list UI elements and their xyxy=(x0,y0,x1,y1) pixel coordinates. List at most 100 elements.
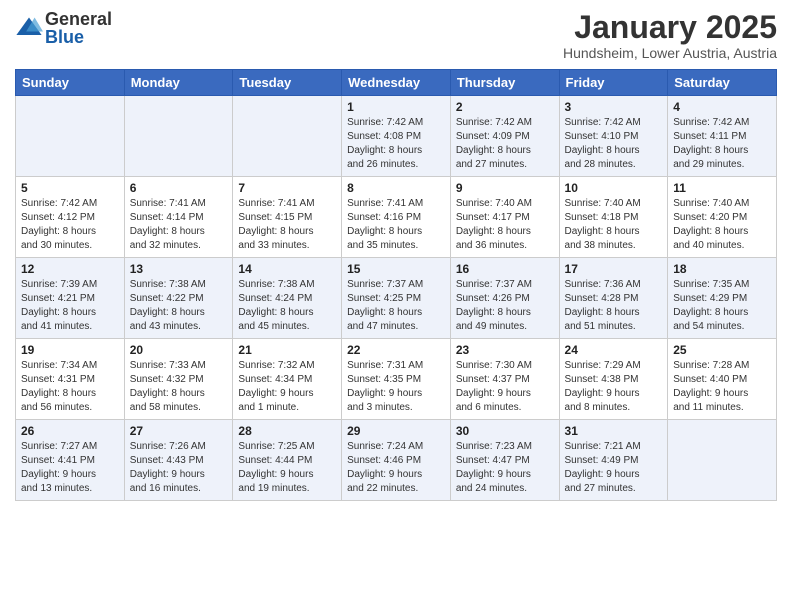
col-monday: Monday xyxy=(124,70,233,96)
table-row xyxy=(124,96,233,177)
day-info: Sunrise: 7:40 AM Sunset: 4:20 PM Dayligh… xyxy=(673,197,771,253)
table-row: 4Sunrise: 7:42 AM Sunset: 4:11 PM Daylig… xyxy=(668,96,777,177)
day-number: 15 xyxy=(347,262,445,276)
calendar-title: January 2025 xyxy=(563,10,777,45)
day-number: 5 xyxy=(21,181,119,195)
day-number: 10 xyxy=(565,181,663,195)
day-info: Sunrise: 7:26 AM Sunset: 4:43 PM Dayligh… xyxy=(130,440,228,496)
day-number: 30 xyxy=(456,424,554,438)
table-row: 30 Sunrise: 7:23 AM Sunset: 4:47 PM Dayli… xyxy=(450,420,559,501)
table-row: 2 Sunrise: 7:42 AM Sunset: 4:09 PM Daylig… xyxy=(450,96,559,177)
table-row: 20 Sunrise: 7:33 AM Sunset: 4:32 PM Dayli… xyxy=(124,339,233,420)
day-number: 14 xyxy=(238,262,336,276)
table-row xyxy=(16,96,125,177)
col-tuesday: Tuesday xyxy=(233,70,342,96)
calendar-week-row: 1Sunrise: 7:42 AM Sunset: 4:08 PM Daylig… xyxy=(16,96,777,177)
day-info: Sunrise: 7:37 AM Sunset: 4:25 PM Dayligh… xyxy=(347,278,445,334)
table-row: 7Sunrise: 7:41 AM Sunset: 4:15 PM Daylig… xyxy=(233,177,342,258)
table-row: 17Sunrise: 7:36 AM Sunset: 4:28 PM Dayli… xyxy=(559,258,668,339)
table-row: 27 Sunrise: 7:26 AM Sunset: 4:43 PM Dayli… xyxy=(124,420,233,501)
day-number: 16 xyxy=(456,262,554,276)
day-number: 13 xyxy=(130,262,228,276)
table-row: 12 Sunrise: 7:39 AM Sunset: 4:21 PM Dayli… xyxy=(16,258,125,339)
day-number: 25 xyxy=(673,343,771,357)
day-info: Sunrise: 7:21 AM Sunset: 4:49 PM Dayligh… xyxy=(565,440,663,496)
calendar-week-row: 5 Sunrise: 7:42 AM Sunset: 4:12 PM Daylig… xyxy=(16,177,777,258)
table-row: 13Sunrise: 7:38 AM Sunset: 4:22 PM Dayli… xyxy=(124,258,233,339)
day-info: Sunrise: 7:33 AM Sunset: 4:32 PM Dayligh… xyxy=(130,359,228,415)
logo: General Blue xyxy=(15,10,112,46)
col-sunday: Sunday xyxy=(16,70,125,96)
table-row: 25 Sunrise: 7:28 AM Sunset: 4:40 PM Dayli… xyxy=(668,339,777,420)
table-row: 11 Sunrise: 7:40 AM Sunset: 4:20 PM Dayli… xyxy=(668,177,777,258)
table-row: 26Sunrise: 7:27 AM Sunset: 4:41 PM Dayli… xyxy=(16,420,125,501)
day-number: 18 xyxy=(673,262,771,276)
table-row: 8Sunrise: 7:41 AM Sunset: 4:16 PM Daylig… xyxy=(342,177,451,258)
day-number: 19 xyxy=(21,343,119,357)
day-info: Sunrise: 7:36 AM Sunset: 4:28 PM Dayligh… xyxy=(565,278,663,334)
day-info: Sunrise: 7:25 AM Sunset: 4:44 PM Dayligh… xyxy=(238,440,336,496)
logo-icon xyxy=(15,14,43,42)
logo-general: General xyxy=(45,10,112,28)
table-row: 16 Sunrise: 7:37 AM Sunset: 4:26 PM Dayli… xyxy=(450,258,559,339)
day-info: Sunrise: 7:27 AM Sunset: 4:41 PM Dayligh… xyxy=(21,440,119,496)
table-row: 22Sunrise: 7:31 AM Sunset: 4:35 PM Dayli… xyxy=(342,339,451,420)
table-row: 23 Sunrise: 7:30 AM Sunset: 4:37 PM Dayli… xyxy=(450,339,559,420)
table-row: 31 Sunrise: 7:21 AM Sunset: 4:49 PM Dayli… xyxy=(559,420,668,501)
table-row: 15 Sunrise: 7:37 AM Sunset: 4:25 PM Dayli… xyxy=(342,258,451,339)
day-info: Sunrise: 7:23 AM Sunset: 4:47 PM Dayligh… xyxy=(456,440,554,496)
table-row xyxy=(668,420,777,501)
day-number: 11 xyxy=(673,181,771,195)
day-number: 23 xyxy=(456,343,554,357)
day-info: Sunrise: 7:30 AM Sunset: 4:37 PM Dayligh… xyxy=(456,359,554,415)
logo-text: General Blue xyxy=(45,10,112,46)
logo-blue: Blue xyxy=(45,28,112,46)
day-info: Sunrise: 7:42 AM Sunset: 4:10 PM Dayligh… xyxy=(565,116,663,172)
col-wednesday: Wednesday xyxy=(342,70,451,96)
table-row: 21Sunrise: 7:32 AM Sunset: 4:34 PM Dayli… xyxy=(233,339,342,420)
day-number: 3 xyxy=(565,100,663,114)
day-info: Sunrise: 7:40 AM Sunset: 4:17 PM Dayligh… xyxy=(456,197,554,253)
day-number: 2 xyxy=(456,100,554,114)
table-row: 24Sunrise: 7:29 AM Sunset: 4:38 PM Dayli… xyxy=(559,339,668,420)
header-row: Sunday Monday Tuesday Wednesday Thursday… xyxy=(16,70,777,96)
day-info: Sunrise: 7:28 AM Sunset: 4:40 PM Dayligh… xyxy=(673,359,771,415)
day-number: 20 xyxy=(130,343,228,357)
day-info: Sunrise: 7:41 AM Sunset: 4:15 PM Dayligh… xyxy=(238,197,336,253)
day-number: 29 xyxy=(347,424,445,438)
calendar-week-row: 19 Sunrise: 7:34 AM Sunset: 4:31 PM Dayli… xyxy=(16,339,777,420)
table-row: 18Sunrise: 7:35 AM Sunset: 4:29 PM Dayli… xyxy=(668,258,777,339)
calendar-subtitle: Hundsheim, Lower Austria, Austria xyxy=(563,45,777,61)
col-saturday: Saturday xyxy=(668,70,777,96)
day-info: Sunrise: 7:40 AM Sunset: 4:18 PM Dayligh… xyxy=(565,197,663,253)
table-row xyxy=(233,96,342,177)
title-section: January 2025 Hundsheim, Lower Austria, A… xyxy=(563,10,777,61)
day-info: Sunrise: 7:24 AM Sunset: 4:46 PM Dayligh… xyxy=(347,440,445,496)
day-number: 27 xyxy=(130,424,228,438)
day-info: Sunrise: 7:37 AM Sunset: 4:26 PM Dayligh… xyxy=(456,278,554,334)
table-row: 28Sunrise: 7:25 AM Sunset: 4:44 PM Dayli… xyxy=(233,420,342,501)
day-info: Sunrise: 7:42 AM Sunset: 4:09 PM Dayligh… xyxy=(456,116,554,172)
table-row: 14 Sunrise: 7:38 AM Sunset: 4:24 PM Dayli… xyxy=(233,258,342,339)
day-number: 31 xyxy=(565,424,663,438)
calendar-table: Sunday Monday Tuesday Wednesday Thursday… xyxy=(15,69,777,501)
table-row: 1Sunrise: 7:42 AM Sunset: 4:08 PM Daylig… xyxy=(342,96,451,177)
day-info: Sunrise: 7:42 AM Sunset: 4:12 PM Dayligh… xyxy=(21,197,119,253)
day-info: Sunrise: 7:42 AM Sunset: 4:08 PM Dayligh… xyxy=(347,116,445,172)
col-thursday: Thursday xyxy=(450,70,559,96)
table-row: 10 Sunrise: 7:40 AM Sunset: 4:18 PM Dayli… xyxy=(559,177,668,258)
calendar-week-row: 26Sunrise: 7:27 AM Sunset: 4:41 PM Dayli… xyxy=(16,420,777,501)
day-number: 24 xyxy=(565,343,663,357)
day-number: 12 xyxy=(21,262,119,276)
day-info: Sunrise: 7:34 AM Sunset: 4:31 PM Dayligh… xyxy=(21,359,119,415)
day-info: Sunrise: 7:42 AM Sunset: 4:11 PM Dayligh… xyxy=(673,116,771,172)
header: General Blue January 2025 Hundsheim, Low… xyxy=(15,10,777,61)
calendar-week-row: 12 Sunrise: 7:39 AM Sunset: 4:21 PM Dayli… xyxy=(16,258,777,339)
day-info: Sunrise: 7:39 AM Sunset: 4:21 PM Dayligh… xyxy=(21,278,119,334)
day-info: Sunrise: 7:32 AM Sunset: 4:34 PM Dayligh… xyxy=(238,359,336,415)
day-info: Sunrise: 7:38 AM Sunset: 4:24 PM Dayligh… xyxy=(238,278,336,334)
table-row: 19 Sunrise: 7:34 AM Sunset: 4:31 PM Dayli… xyxy=(16,339,125,420)
col-friday: Friday xyxy=(559,70,668,96)
table-row: 5 Sunrise: 7:42 AM Sunset: 4:12 PM Daylig… xyxy=(16,177,125,258)
day-number: 22 xyxy=(347,343,445,357)
